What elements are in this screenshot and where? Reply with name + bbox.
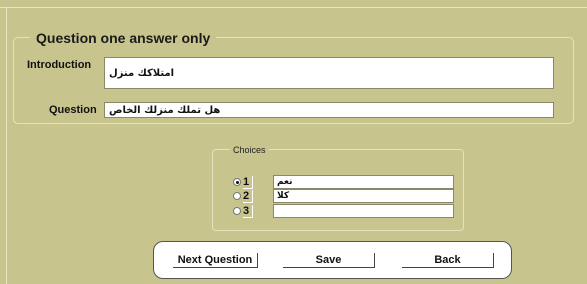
choice-2-input[interactable]: كلا [273, 189, 454, 203]
question-group-title: Question one answer only [30, 30, 217, 46]
choice-3-radio[interactable] [233, 207, 241, 215]
choice-1-number: 1 [243, 176, 254, 189]
question-label: Question [49, 104, 97, 116]
choice-2-radio[interactable] [233, 192, 241, 200]
introduction-field[interactable]: امتلاكك منزل [104, 57, 554, 89]
question-field[interactable]: هل تملك منزلك الخاص [104, 102, 554, 118]
save-button[interactable]: Save [283, 253, 375, 268]
choice-2-number: 2 [243, 190, 254, 203]
next-question-button[interactable]: Next Question [173, 253, 258, 268]
choice-1-input[interactable]: نعم [273, 175, 454, 189]
choice-1-radio[interactable] [233, 178, 241, 186]
window-left-edge [6, 8, 7, 284]
choice-3-number: 3 [243, 205, 254, 218]
choices-group-title: Choices [230, 145, 269, 155]
back-button[interactable]: Back [402, 253, 494, 268]
window-top-edge [0, 0, 587, 8]
choice-3-input[interactable] [273, 204, 454, 218]
introduction-label: Introduction [27, 59, 92, 71]
